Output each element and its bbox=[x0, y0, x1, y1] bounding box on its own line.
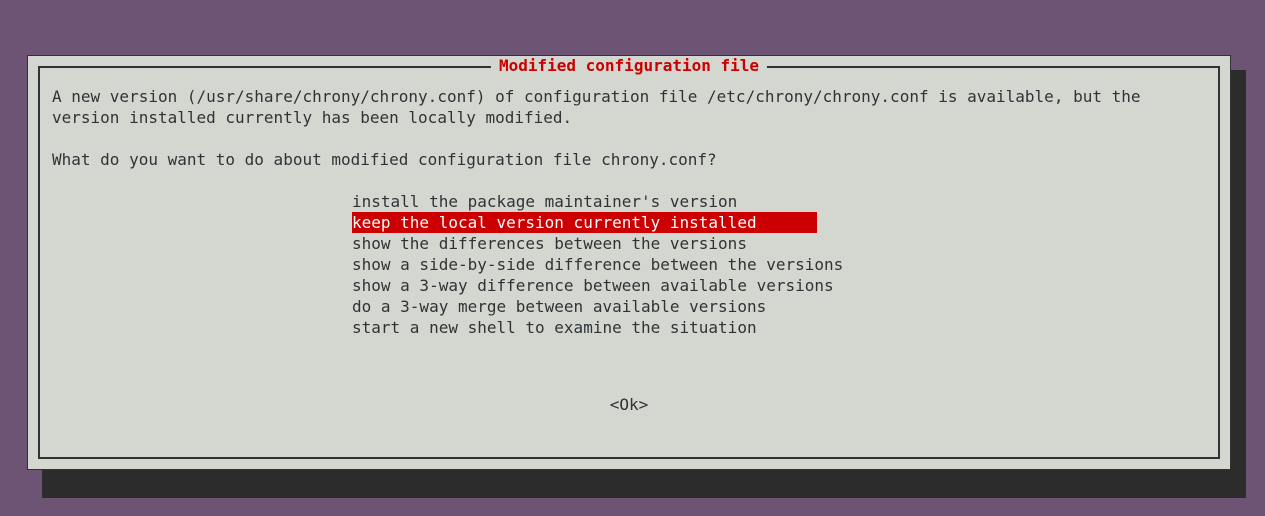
ok-button[interactable]: <Ok> bbox=[52, 394, 1206, 415]
dialog-title: Modified configuration file bbox=[491, 56, 767, 75]
dialog-border: Modified configuration file A new versio… bbox=[38, 66, 1220, 459]
option-3way-merge[interactable]: do a 3-way merge between available versi… bbox=[352, 296, 1206, 317]
option-side-by-side-diff[interactable]: show a side-by-side difference between t… bbox=[352, 254, 1206, 275]
option-3way-diff[interactable]: show a 3-way difference between availabl… bbox=[352, 275, 1206, 296]
dialog-content: A new version (/usr/share/chrony/chrony.… bbox=[40, 68, 1218, 433]
option-install-maintainer[interactable]: install the package maintainer's version bbox=[352, 191, 1206, 212]
option-show-diff[interactable]: show the differences between the version… bbox=[352, 233, 1206, 254]
option-keep-local[interactable]: keep the local version currently install… bbox=[352, 212, 817, 233]
dialog-message: A new version (/usr/share/chrony/chrony.… bbox=[52, 86, 1206, 128]
dialog-question: What do you want to do about modified co… bbox=[52, 149, 1206, 170]
option-new-shell[interactable]: start a new shell to examine the situati… bbox=[352, 317, 1206, 338]
config-dialog: Modified configuration file A new versio… bbox=[27, 55, 1231, 470]
options-list: install the package maintainer's version… bbox=[352, 191, 1206, 338]
